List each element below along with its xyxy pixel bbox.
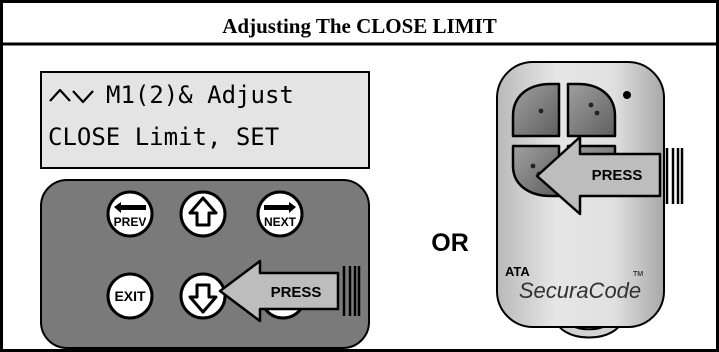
exit-label: EXIT: [114, 288, 146, 304]
remote-product: SecuraCode: [519, 278, 641, 303]
or-label: OR: [431, 229, 469, 257]
up-button[interactable]: [179, 190, 227, 238]
lcd-display: M1(2)& Adjust CLOSE Limit, SET: [40, 71, 370, 169]
remote-tm: TM: [633, 271, 643, 278]
press-label-keypad: PRESS: [271, 284, 322, 301]
led-indicator-icon: [623, 91, 631, 99]
press-label-remote: PRESS: [592, 167, 643, 184]
next-label: NEXT: [264, 215, 297, 229]
lcd-line-1: M1(2)& Adjust: [106, 81, 294, 109]
down-button[interactable]: [179, 272, 227, 320]
prev-label: PREV: [114, 215, 147, 229]
exit-button[interactable]: EXIT: [106, 272, 154, 320]
figure: M1(2)& Adjust CLOSE Limit, SET PREV NEXT…: [0, 0, 719, 352]
prev-button[interactable]: PREV: [106, 190, 154, 238]
remote-brand: ATA: [505, 264, 530, 279]
next-button[interactable]: NEXT: [256, 190, 304, 238]
lcd-line-2: CLOSE Limit, SET: [48, 123, 279, 151]
page-title: Adjusting The CLOSE LIMIT: [222, 14, 497, 38]
